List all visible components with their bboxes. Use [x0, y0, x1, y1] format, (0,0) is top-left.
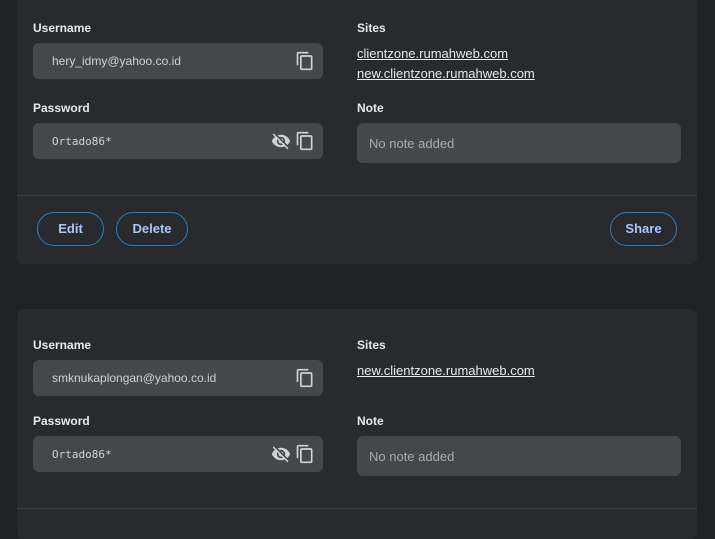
username-label: Username [33, 21, 92, 35]
note-box: No note added [357, 436, 681, 476]
copy-icon[interactable] [295, 444, 315, 464]
site-link[interactable]: clientzone.rumahweb.com [357, 46, 508, 61]
note-text: No note added [369, 449, 455, 464]
username-field[interactable]: smknukaplongan@yahoo.co.id [33, 360, 323, 396]
share-button[interactable]: Share [610, 212, 677, 246]
divider [17, 508, 697, 509]
copy-icon[interactable] [295, 51, 315, 71]
eye-off-icon[interactable] [271, 444, 291, 464]
password-field[interactable]: Ortado86* [33, 436, 323, 472]
note-text: No note added [369, 136, 455, 151]
password-label: Password [33, 101, 90, 115]
delete-button[interactable]: Delete [116, 212, 188, 246]
eye-off-icon[interactable] [271, 131, 291, 151]
sites-label: Sites [357, 21, 386, 35]
note-label: Note [357, 101, 384, 115]
sites-label: Sites [357, 338, 386, 352]
password-value: Ortado86* [52, 135, 112, 148]
site-link[interactable]: new.clientzone.rumahweb.com [357, 66, 535, 81]
edit-button[interactable]: Edit [37, 212, 104, 246]
copy-icon[interactable] [295, 131, 315, 151]
divider [17, 195, 697, 196]
password-entry-card: Username hery_idmy@yahoo.co.id Password … [17, 0, 697, 264]
username-field[interactable]: hery_idmy@yahoo.co.id [33, 43, 323, 79]
username-value: hery_idmy@yahoo.co.id [52, 54, 181, 68]
copy-icon[interactable] [295, 368, 315, 388]
username-value: smknukaplongan@yahoo.co.id [52, 371, 217, 385]
note-label: Note [357, 414, 384, 428]
password-value: Ortado86* [52, 448, 112, 461]
password-field[interactable]: Ortado86* [33, 123, 323, 159]
password-entry-card: Username smknukaplongan@yahoo.co.id Pass… [17, 309, 697, 539]
password-label: Password [33, 414, 90, 428]
note-box: No note added [357, 123, 681, 163]
site-link[interactable]: new.clientzone.rumahweb.com [357, 363, 535, 378]
username-label: Username [33, 338, 92, 352]
